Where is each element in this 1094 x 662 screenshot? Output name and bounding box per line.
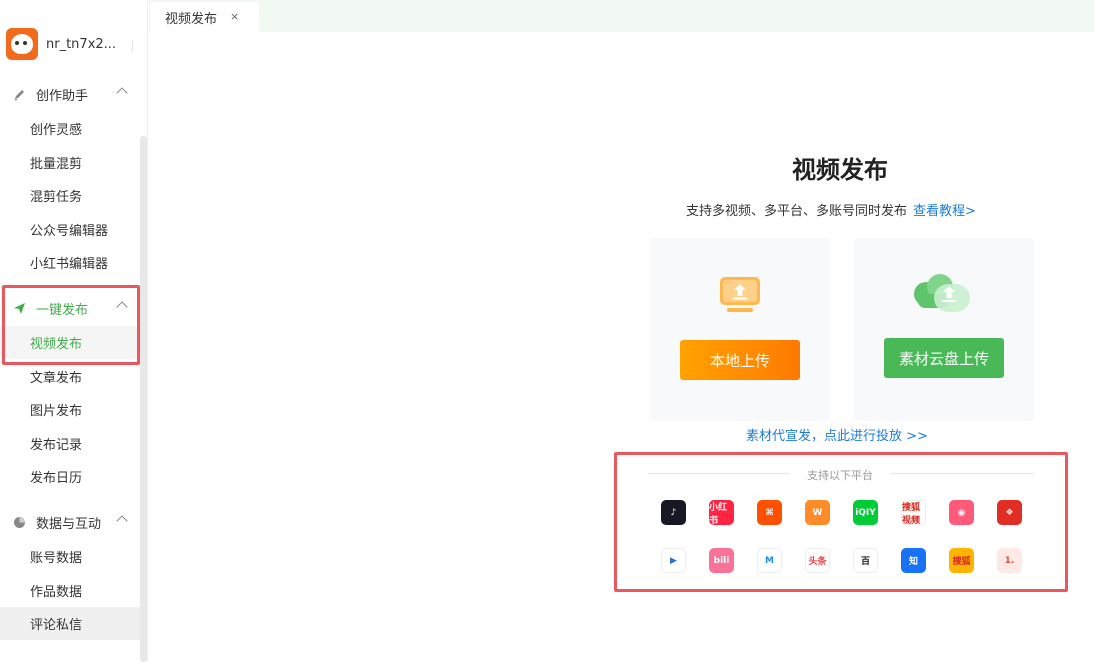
sidebar-item-account-data[interactable]: 账号数据 <box>0 540 140 573</box>
sidebar: nr_tn7x2... 创作助手 创作灵感 批量混剪 混剪任务 公众号编辑器 小… <box>0 0 148 662</box>
cloud-upload-button[interactable]: 素材云盘上传 <box>884 338 1004 378</box>
cloud-upload-icon <box>914 274 970 312</box>
sidebar-item-label: 公众号编辑器 <box>30 224 109 239</box>
sidebar-item-label: 小红书编辑器 <box>30 257 109 272</box>
page-subtitle: 支持多视频、多平台、多账号同时发布 查看教程> <box>686 200 976 219</box>
sidebar-item-label: 图片发布 <box>30 404 83 419</box>
sidebar-item-works-data[interactable]: 作品数据 <box>0 574 140 607</box>
chevron-up-icon[interactable] <box>116 515 128 527</box>
sidebar-group-label: 数据与互动 <box>36 516 102 532</box>
chevron-up-icon[interactable] <box>116 87 128 99</box>
sidebar-item-image-publish[interactable]: 图片发布 <box>0 393 140 426</box>
sidebar-item-xhs-editor[interactable]: 小红书编辑器 <box>0 246 140 279</box>
app-window: nr_tn7x2... 创作助手 创作灵感 批量混剪 混剪任务 公众号编辑器 小… <box>0 0 1094 662</box>
sidebar-item-label: 混剪任务 <box>30 190 83 205</box>
tab-bar <box>149 0 1094 32</box>
highlight-box <box>614 452 1068 592</box>
sidebar-item-label: 账号数据 <box>30 551 83 566</box>
sidebar-item-publish-calendar[interactable]: 发布日历 <box>0 460 140 493</box>
local-upload-button[interactable]: 本地上传 <box>680 340 800 380</box>
cloud-upload-card[interactable] <box>854 238 1034 421</box>
pen-icon <box>12 87 26 101</box>
sidebar-item-comments[interactable]: 评论私信 <box>0 607 140 640</box>
sidebar-group-creation[interactable]: 创作助手 <box>0 78 140 110</box>
sidebar-item-batch-edit[interactable]: 批量混剪 <box>0 146 140 179</box>
divider <box>132 40 133 52</box>
avatar[interactable] <box>6 28 38 60</box>
sidebar-item-label: 创作灵感 <box>30 123 83 138</box>
sidebar-group-data[interactable]: 数据与互动 <box>0 506 140 538</box>
username: nr_tn7x2... <box>46 36 117 52</box>
local-upload-card[interactable] <box>650 238 830 421</box>
sidebar-item-inspiration[interactable]: 创作灵感 <box>0 112 140 145</box>
tutorial-link[interactable]: 查看教程> <box>913 204 976 219</box>
sidebar-item-publish-records[interactable]: 发布记录 <box>0 427 140 460</box>
page-title: 视频发布 <box>792 156 888 184</box>
user-profile[interactable]: nr_tn7x2... <box>6 28 116 60</box>
sidebar-item-label: 批量混剪 <box>30 157 83 172</box>
highlight-box <box>2 285 140 365</box>
subtitle-text: 支持多视频、多平台、多账号同时发布 <box>686 204 908 219</box>
sidebar-scrollbar[interactable] <box>140 136 147 662</box>
close-icon[interactable]: × <box>230 10 239 23</box>
sidebar-item-label: 发布日历 <box>30 471 83 486</box>
monitor-upload-icon <box>720 277 760 312</box>
pie-chart-icon <box>12 515 26 529</box>
tab-video-publish[interactable]: 视频发布 × <box>150 2 259 33</box>
tab-label: 视频发布 <box>165 12 218 27</box>
sidebar-item-edit-tasks[interactable]: 混剪任务 <box>0 179 140 212</box>
sidebar-item-label: 作品数据 <box>30 585 83 600</box>
sidebar-item-label: 文章发布 <box>30 371 83 386</box>
sidebar-group-label: 创作助手 <box>36 88 89 104</box>
sidebar-item-label: 发布记录 <box>30 438 83 453</box>
promo-link[interactable]: 素材代宣发，点此进行投放 >> <box>746 425 928 444</box>
sidebar-item-wechat-editor[interactable]: 公众号编辑器 <box>0 213 140 246</box>
sidebar-item-label: 评论私信 <box>30 618 83 633</box>
